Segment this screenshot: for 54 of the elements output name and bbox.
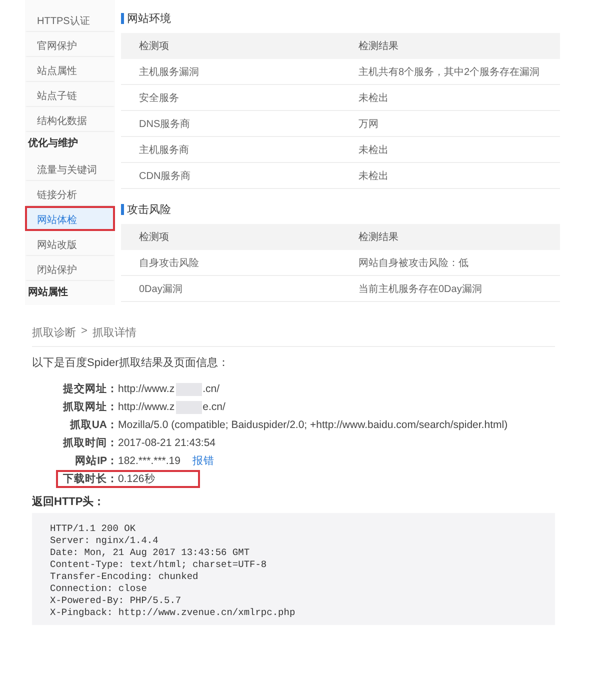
http-headers-block: HTTP/1.1 200 OK Server: nginx/1.4.4 Date: Mon, 21 Aug 2017 13:43:56 GMT Content-Type: text/html; charset=UTF-8 Transfer-Encoding: chunked Connection: close X-Powered-By: PHP/5.5.7 X-Pingback: http://www.zvenue.cn/xmlrpc.php: [32, 513, 555, 625]
table-cell: 未检出: [340, 162, 560, 188]
table-cell: 主机服务漏洞: [121, 59, 340, 84]
table-cell: 主机共有8个服务，其中2个服务存在漏洞: [340, 59, 560, 84]
sidebar-item[interactable]: 流量与关键词: [25, 156, 115, 181]
sidebar-item[interactable]: 站点属性: [25, 57, 115, 82]
info-label: 提交网址：: [62, 382, 118, 396]
table-cell: 自身攻击风险: [121, 250, 340, 276]
info-value: http://www.z: [118, 401, 175, 413]
table-cell: 网站自身被攻击风险：低: [340, 250, 560, 276]
info-value: 182.***.***.19: [118, 455, 180, 467]
sidebar-item[interactable]: 站点子链: [25, 82, 115, 107]
info-value: 2017-08-21 21:43:54: [118, 437, 216, 449]
table-cell: 主机服务商: [121, 136, 340, 162]
sidebar-item[interactable]: 网站体检: [25, 206, 115, 231]
column-header: 检测项: [121, 33, 340, 59]
table-cell: 0Day漏洞: [121, 276, 340, 302]
info-label: 抓取时间：: [62, 436, 118, 450]
section-marker: [121, 204, 124, 214]
info-label: 网站IP：: [74, 454, 118, 468]
table-cell: CDN服务商: [121, 162, 340, 188]
breadcrumb-item: 抓取详情: [92, 326, 136, 340]
info-label: 抓取网址：: [62, 400, 118, 414]
column-header: 检测结果: [340, 224, 560, 250]
intro-text: 以下是百度Spider抓取结果及页面信息：: [32, 356, 230, 370]
info-value: 0.126秒: [118, 472, 156, 486]
info-value: e.cn/: [202, 401, 226, 413]
column-header: 检测结果: [340, 33, 560, 59]
info-value: http://www.z: [118, 383, 175, 395]
info-value: .cn/: [202, 383, 220, 395]
section-title: 网站环境: [127, 12, 171, 26]
table-cell: DNS服务商: [121, 110, 340, 136]
breadcrumb-item: 抓取诊断: [32, 326, 76, 340]
sidebar-item[interactable]: 闭站保护: [25, 256, 115, 281]
column-header: 检测项: [121, 224, 340, 250]
sidebar-item[interactable]: 网站改版: [25, 231, 115, 256]
sidebar-item[interactable]: 结构化数据: [25, 107, 115, 132]
sidebar-heading: 优化与维护: [26, 136, 79, 151]
info-label: 下载时长：: [62, 472, 118, 486]
info-value: Mozilla/5.0 (compatible; Baiduspider/2.0; +http://www.baidu.com/search/spider.html): [118, 419, 508, 431]
breadcrumb-item: >: [81, 325, 88, 339]
info-label: 抓取UA：: [68, 418, 118, 432]
table-cell: 未检出: [340, 136, 560, 162]
table-cell: 未检出: [340, 84, 560, 110]
table-cell: 当前主机服务存在0Day漏洞: [340, 276, 560, 302]
table-cell: 万网: [340, 110, 560, 136]
section-title: 攻击风险: [127, 202, 171, 216]
section-marker: [121, 12, 124, 24]
sidebar-item[interactable]: 官网保护: [25, 32, 115, 57]
sidebar-heading: 网站属性: [27, 286, 69, 300]
sidebar-item[interactable]: HTTPS认证: [25, 7, 115, 32]
report-link[interactable]: 报错: [192, 454, 214, 468]
headers-title: 返回HTTP头：: [32, 494, 106, 509]
table-cell: 安全服务: [121, 84, 340, 110]
